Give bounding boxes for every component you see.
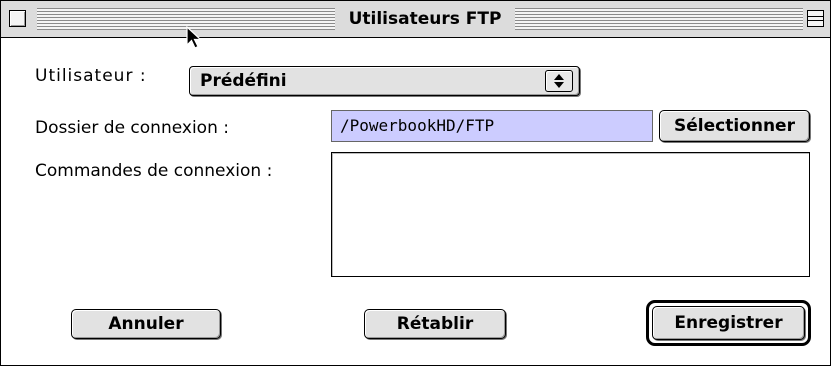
user-popup-menu[interactable]: Prédéfini <box>189 66 580 96</box>
collapse-box-icon[interactable] <box>807 10 824 27</box>
window-title: Utilisateurs FTP <box>348 9 502 29</box>
ftp-users-window: Utilisateurs FTP Utilisateur : Prédéfini… <box>0 0 831 366</box>
connection-commands-label: Commandes de connexion : <box>35 161 273 181</box>
title-bar-stripes-right <box>515 8 803 30</box>
updown-arrows-icon <box>545 70 573 92</box>
connection-folder-label: Dossier de connexion : <box>35 118 229 138</box>
user-popup-value: Prédéfini <box>200 71 287 91</box>
close-box-icon[interactable] <box>9 10 26 27</box>
save-button[interactable]: Enregistrer <box>652 306 805 340</box>
connection-commands-textarea[interactable] <box>331 152 810 277</box>
user-label: Utilisateur : <box>35 66 147 86</box>
arrow-cursor-icon <box>186 26 203 49</box>
connection-folder-field[interactable]: /PowerbookHD/FTP <box>331 110 653 142</box>
title-bar[interactable]: Utilisateurs FTP <box>1 1 830 38</box>
reset-button[interactable]: Rétablir <box>364 309 506 339</box>
cancel-button[interactable]: Annuler <box>71 309 221 339</box>
select-folder-button[interactable]: Sélectionner <box>659 110 810 142</box>
